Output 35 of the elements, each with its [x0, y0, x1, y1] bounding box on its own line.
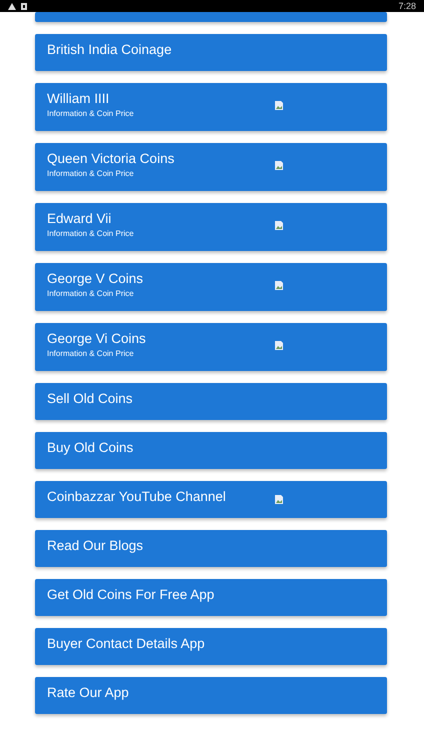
menu-card[interactable]: William IIII Information & Coin Price — [35, 83, 387, 131]
menu-title: Buy Old Coins — [47, 440, 134, 456]
menu-title: George Vi Coins — [47, 331, 146, 347]
menu-card[interactable]: Queen Victoria Coins Information & Coin Price — [35, 143, 387, 191]
menu-title: Read Our Blogs — [47, 538, 144, 554]
menu-card[interactable]: Buy Old Coins — [35, 432, 387, 469]
menu-card[interactable]: Buyer Contact Details App — [35, 628, 387, 665]
menu-card[interactable]: Edward Vii Information & Coin Price — [35, 203, 387, 251]
menu-title: Get Old Coins For Free App — [47, 587, 214, 603]
menu-subtitle: Information & Coin Price — [47, 229, 134, 239]
menu-title: British India Coinage — [47, 42, 172, 58]
menu-title: Coinbazzar YouTube Channel — [47, 489, 226, 505]
menu-title: Sell Old Coins — [47, 391, 133, 407]
menu-card[interactable] — [35, 12, 387, 22]
menu-card[interactable]: Sell Old Coins — [35, 383, 387, 420]
menu-card[interactable]: Read Our Blogs — [35, 530, 387, 567]
menu-card[interactable]: George V Coins Information & Coin Price — [35, 263, 387, 311]
menu-title: Rate Our App — [47, 685, 129, 701]
clock-time: 7:28 — [398, 0, 416, 12]
menu-card[interactable]: British India Coinage — [35, 34, 387, 71]
menu-title: William IIII — [47, 91, 110, 107]
warning-icon — [8, 2, 16, 10]
menu-card[interactable]: Coinbazzar YouTube Channel — [35, 481, 387, 518]
menu-card[interactable]: Rate Our App — [35, 677, 387, 714]
menu-title: Queen Victoria Coins — [47, 151, 174, 167]
menu-subtitle: Information & Coin Price — [47, 289, 135, 299]
menu-title: Edward Vii — [47, 211, 112, 227]
menu-card[interactable]: Get Old Coins For Free App — [35, 579, 387, 616]
menu-subtitle: Information & Coin Price — [47, 109, 134, 119]
menu-subtitle: Information & Coin Price — [47, 169, 135, 179]
menu-card[interactable]: George Vi Coins Information & Coin Price — [35, 323, 387, 371]
notification-icon — [21, 2, 27, 10]
menu-subtitle: Information & Coin Price — [47, 349, 135, 359]
menu-title: George V Coins — [47, 271, 144, 287]
menu-title: Buyer Contact Details App — [47, 636, 205, 652]
